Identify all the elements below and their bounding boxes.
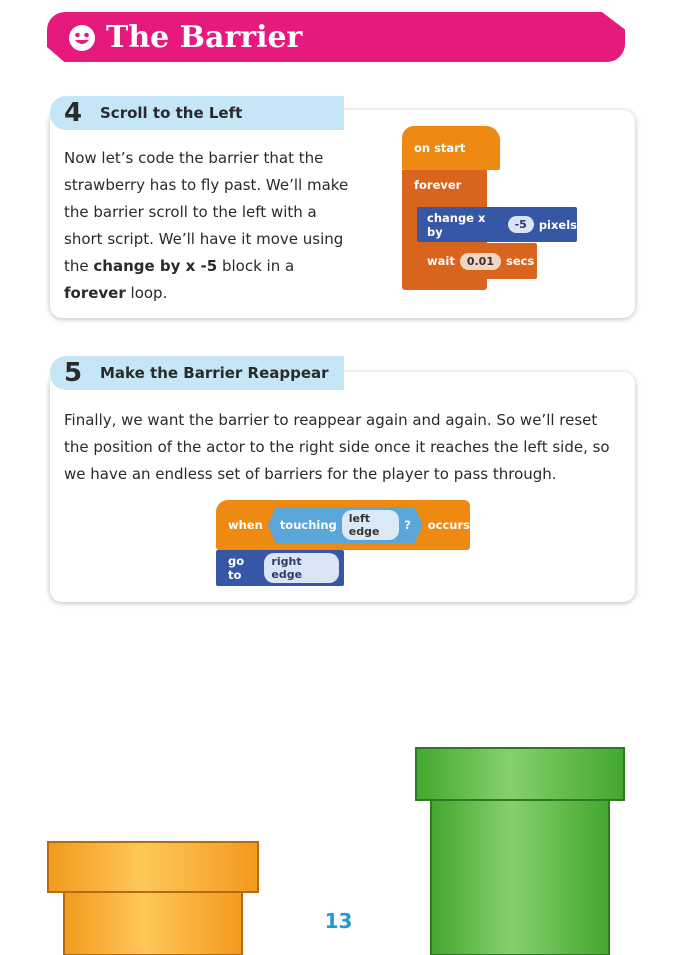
step-4-title: Scroll to the Left (100, 104, 243, 122)
step-4-text: Now let’s code the barrier that the stra… (64, 145, 354, 307)
step-4-tab: 4 Scroll to the Left (50, 96, 344, 130)
change-x-unit: pixels (538, 217, 577, 232)
when-touching-block: when touching left edge ? occurs (216, 500, 470, 550)
change-x-label: change x by (427, 210, 486, 239)
step-4-bold-forever: forever (64, 284, 126, 302)
step-4-text-part: loop. (125, 284, 168, 302)
step-4-bold-block: change by x -5 (93, 257, 218, 275)
wait-unit: secs (505, 254, 535, 268)
step-5-text: Finally, we want the barrier to reappear… (64, 411, 610, 483)
on-start-label: on start (414, 141, 466, 155)
step-5-tab: 5 Make the Barrier Reappear (50, 356, 344, 390)
occurs-label: occurs (427, 518, 470, 532)
forever-label: forever (414, 178, 462, 192)
touching-label: touching (279, 518, 337, 532)
page-number: 13 (324, 909, 353, 933)
page-title: The Barrier (68, 18, 302, 58)
when-label: when (228, 518, 263, 532)
change-x-block: change x by -5 pixels (417, 207, 577, 242)
question-mark: ? (404, 518, 411, 532)
go-to-label: go to (228, 554, 245, 582)
touching-target: left edge (342, 510, 399, 540)
page-title-text: The Barrier (106, 20, 303, 55)
step-4-number: 4 (64, 98, 83, 128)
on-start-block: on start (402, 126, 500, 170)
wait-block: wait 0.01 secs (417, 243, 537, 279)
change-x-value: -5 (507, 216, 534, 233)
step-5-number: 5 (64, 358, 83, 388)
wait-label: wait (427, 254, 455, 268)
go-to-target: right edge (264, 553, 339, 583)
step-5-title: Make the Barrier Reappear (100, 364, 329, 382)
step-4-text-part: block in a (217, 257, 295, 275)
touching-condition: touching left edge ? (268, 507, 423, 543)
smiley-icon (69, 25, 95, 51)
go-to-block: go to right edge (216, 550, 344, 586)
wait-value: 0.01 (459, 252, 501, 270)
orange-pipe (47, 841, 259, 955)
